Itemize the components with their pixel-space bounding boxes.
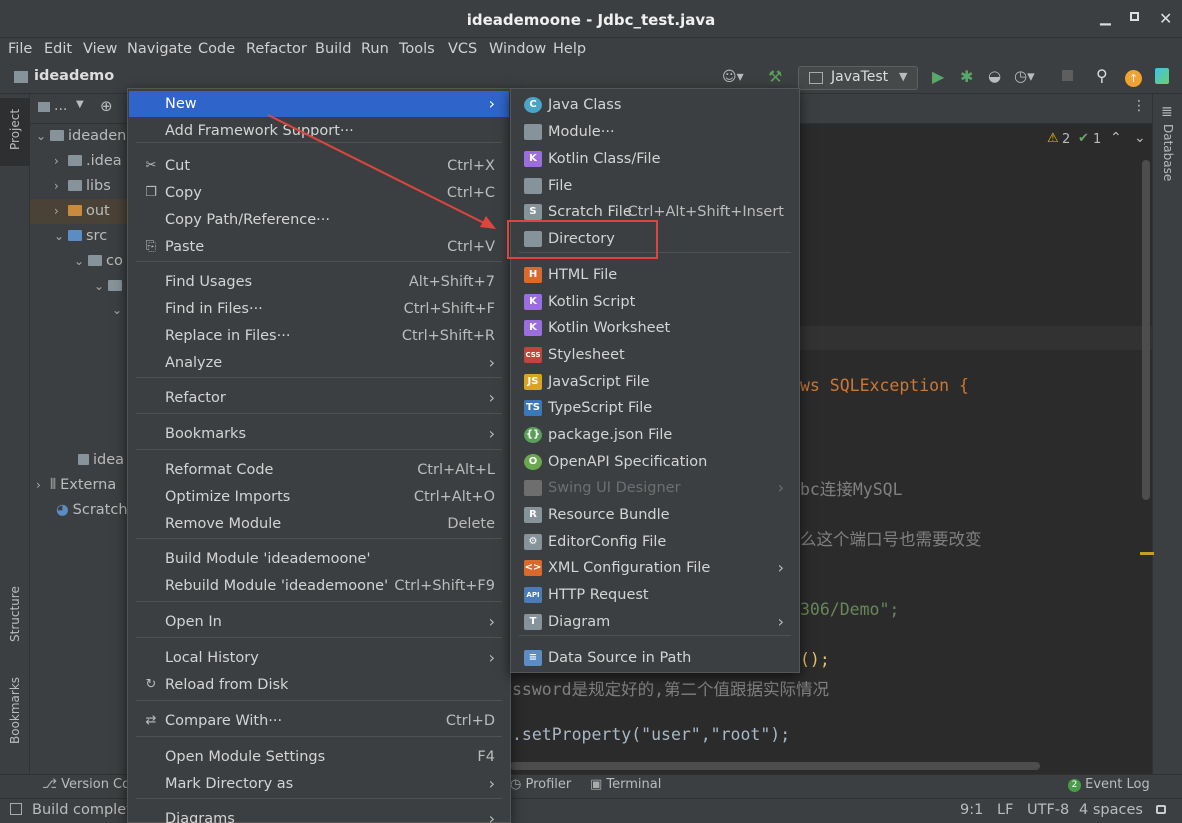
annotation-overlay <box>267 114 658 259</box>
annotation-highlight-box <box>507 220 658 259</box>
annotation-arrow-line <box>267 114 491 227</box>
